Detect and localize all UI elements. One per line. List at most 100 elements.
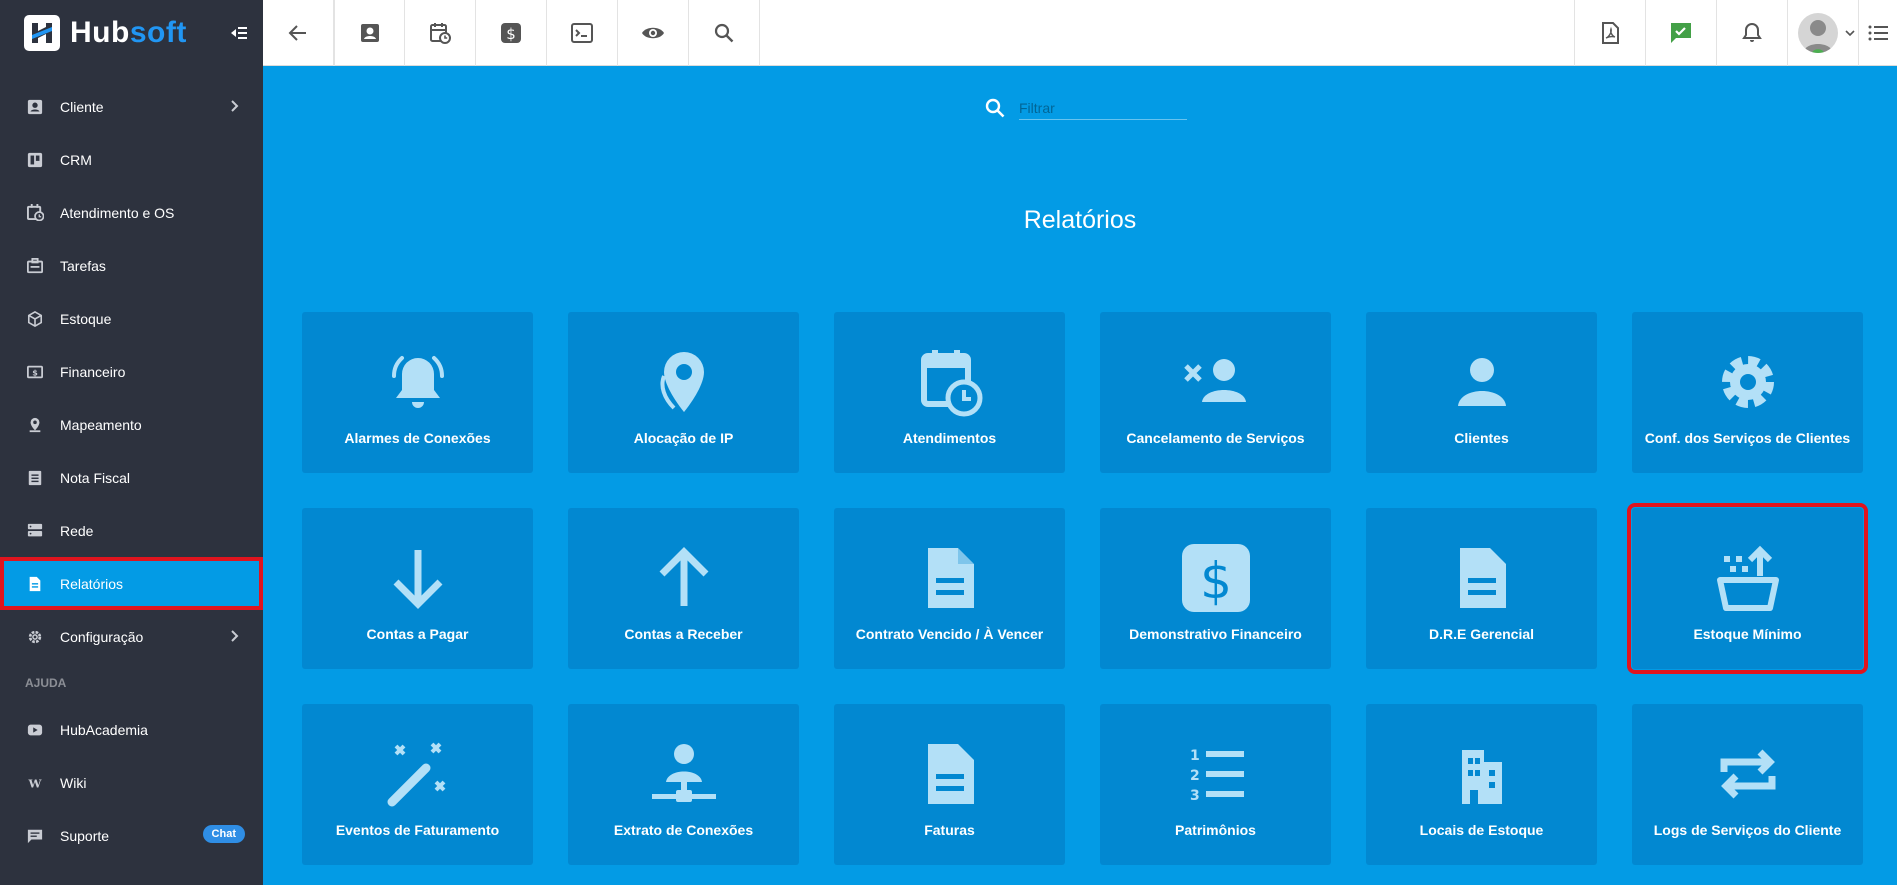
toolbar-notifications-button[interactable] (1716, 0, 1787, 66)
sidebar-item-suporte[interactable]: Suporte Chat (0, 809, 263, 862)
sidebar-item-financeiro[interactable]: $ Financeiro (0, 345, 263, 398)
report-card-label: Faturas (924, 822, 975, 838)
report-card-label: Estoque Mínimo (1693, 626, 1802, 642)
money-icon: $ (26, 363, 44, 381)
report-card-conf-servicos-clientes[interactable]: Conf. dos Serviços de Clientes (1632, 312, 1863, 473)
report-card-faturas[interactable]: Faturas (834, 704, 1065, 865)
sidebar-nav: Cliente CRM Atendimento e OS Tarefas Est… (0, 80, 263, 862)
magic-wand-icon (302, 736, 533, 812)
toolbar-clients-button[interactable] (334, 0, 405, 66)
toolbar-calendar-button[interactable] (405, 0, 476, 66)
sidebar-item-nota-fiscal[interactable]: Nota Fiscal (0, 451, 263, 504)
search-icon (985, 98, 1005, 118)
user-menu[interactable] (1787, 0, 1858, 66)
calendar-clock-icon (26, 204, 44, 222)
network-person-icon (568, 736, 799, 812)
sidebar-item-label: Wiki (60, 774, 87, 791)
chevron-right-icon (227, 99, 241, 113)
toolbar-terminal-button[interactable] (547, 0, 618, 66)
chat-icon (26, 827, 44, 845)
dollar-icon: $ (501, 23, 521, 43)
toolbar-search-button[interactable] (689, 0, 760, 66)
report-card-demonstrativo-financeiro[interactable]: $ Demonstrativo Financeiro (1100, 508, 1331, 669)
sidebar-item-label: Mapeamento (60, 416, 142, 433)
brand-name-part1: Hub (70, 16, 130, 49)
report-card-alarmes-de-conexoes[interactable]: Alarmes de Conexões (302, 312, 533, 473)
sidebar-item-label: CRM (60, 151, 92, 168)
server-icon (26, 522, 44, 540)
sidebar-item-cliente[interactable]: Cliente (0, 80, 263, 133)
report-card-contas-a-pagar[interactable]: Contas a Pagar (302, 508, 533, 669)
report-card-atendimentos[interactable]: Atendimentos (834, 312, 1065, 473)
report-card-patrimonios[interactable]: 1 2 3 Patrimônios (1100, 704, 1331, 865)
chevron-down-icon (1845, 30, 1855, 37)
calendar-clock-icon (430, 23, 451, 44)
chat-badge[interactable]: Chat (202, 825, 245, 843)
sidebar-item-label: Tarefas (60, 257, 106, 274)
toolbar-finance-button[interactable]: $ (476, 0, 547, 66)
report-card-label: Extrato de Conexões (613, 822, 754, 838)
sidebar-item-configuracao[interactable]: Configuração (0, 610, 263, 663)
sidebar-item-tarefas[interactable]: Tarefas (0, 239, 263, 292)
sidebar-item-label: HubAcademia (60, 721, 148, 738)
avatar[interactable] (1798, 13, 1838, 53)
sidebar-item-wiki[interactable]: W Wiki (0, 756, 263, 809)
report-card-eventos-de-faturamento[interactable]: Eventos de Faturamento (302, 704, 533, 865)
sidebar-section-help: AJUDA (25, 676, 67, 690)
sidebar-item-label: Financeiro (60, 363, 126, 380)
toolbar-menu-button[interactable] (1858, 0, 1897, 66)
report-card-label: Conf. dos Serviços de Clientes (1644, 430, 1851, 446)
report-card-label: Patrimônios (1175, 822, 1256, 838)
toolbar-view-button[interactable] (618, 0, 689, 66)
sidebar-item-rede[interactable]: Rede (0, 504, 263, 557)
sidebar-item-hubacademia[interactable]: HubAcademia (0, 703, 263, 756)
report-card-logs-servicos-cliente[interactable]: Logs de Serviços do Cliente (1632, 704, 1863, 865)
svg-text:$: $ (506, 25, 516, 43)
report-card-cancelamento-de-servicos[interactable]: Cancelamento de Serviços (1100, 312, 1331, 473)
toolbar-pdf-button[interactable] (1574, 0, 1645, 66)
menu-list-icon (1868, 25, 1888, 41)
svg-text:W: W (28, 776, 43, 790)
report-card-label: Atendimentos (902, 430, 997, 446)
toolbar-messages-button[interactable] (1645, 0, 1716, 66)
sidebar-item-atendimento[interactable]: Atendimento e OS (0, 186, 263, 239)
sidebar-item-mapeamento[interactable]: Mapeamento (0, 398, 263, 451)
hubsoft-logo-icon[interactable] (24, 15, 60, 51)
contact-card-icon (360, 24, 379, 42)
tasks-icon (26, 257, 44, 275)
collapse-sidebar-icon[interactable] (227, 22, 249, 44)
sidebar-item-crm[interactable]: CRM (0, 133, 263, 186)
sidebar-item-label: Suporte (60, 827, 110, 844)
terminal-icon (571, 23, 593, 43)
filter-input[interactable] (1019, 96, 1187, 120)
report-card-contrato-vencido[interactable]: Contrato Vencido / À Vencer (834, 508, 1065, 669)
report-card-clientes[interactable]: Clientes (1366, 312, 1597, 473)
report-card-contas-a-receber[interactable]: Contas a Receber (568, 508, 799, 669)
receipt-icon (26, 469, 44, 487)
brand-name-part2: soft (129, 16, 187, 49)
sidebar-item-relatorios[interactable]: Relatórios (0, 557, 263, 610)
report-card-extrato-de-conexoes[interactable]: Extrato de Conexões (568, 704, 799, 865)
svg-text:2: 2 (1190, 768, 1200, 784)
report-card-locais-de-estoque[interactable]: Locais de Estoque (1366, 704, 1597, 865)
sidebar-item-label: Estoque (60, 310, 112, 327)
report-card-alocacao-de-ip[interactable]: Alocação de IP (568, 312, 799, 473)
report-card-label: Demonstrativo Financeiro (1129, 626, 1302, 642)
svg-text:3: 3 (1190, 788, 1200, 804)
bell-ringing-icon (302, 344, 533, 420)
sidebar-item-estoque[interactable]: Estoque (0, 292, 263, 345)
report-card-label: Eventos de Faturamento (335, 822, 500, 838)
wikipedia-icon: W (26, 774, 44, 792)
report-card-label: Contas a Receber (624, 626, 743, 642)
report-card-label: Logs de Serviços do Cliente (1653, 822, 1842, 838)
document-icon (834, 540, 1065, 616)
back-arrow-icon (288, 25, 306, 41)
back-button[interactable] (263, 0, 334, 66)
report-card-label: Contrato Vencido / À Vencer (855, 626, 1044, 642)
svg-text:$: $ (32, 368, 38, 377)
page-title: Relatórios (1023, 206, 1137, 234)
report-card-dre-gerencial[interactable]: D.R.E Gerencial (1366, 508, 1597, 669)
report-card-estoque-minimo[interactable]: Estoque Mínimo (1627, 503, 1868, 674)
contact-card-icon (26, 98, 44, 116)
main-content: Relatórios Alarmes de Conexões Alocação … (263, 66, 1897, 885)
